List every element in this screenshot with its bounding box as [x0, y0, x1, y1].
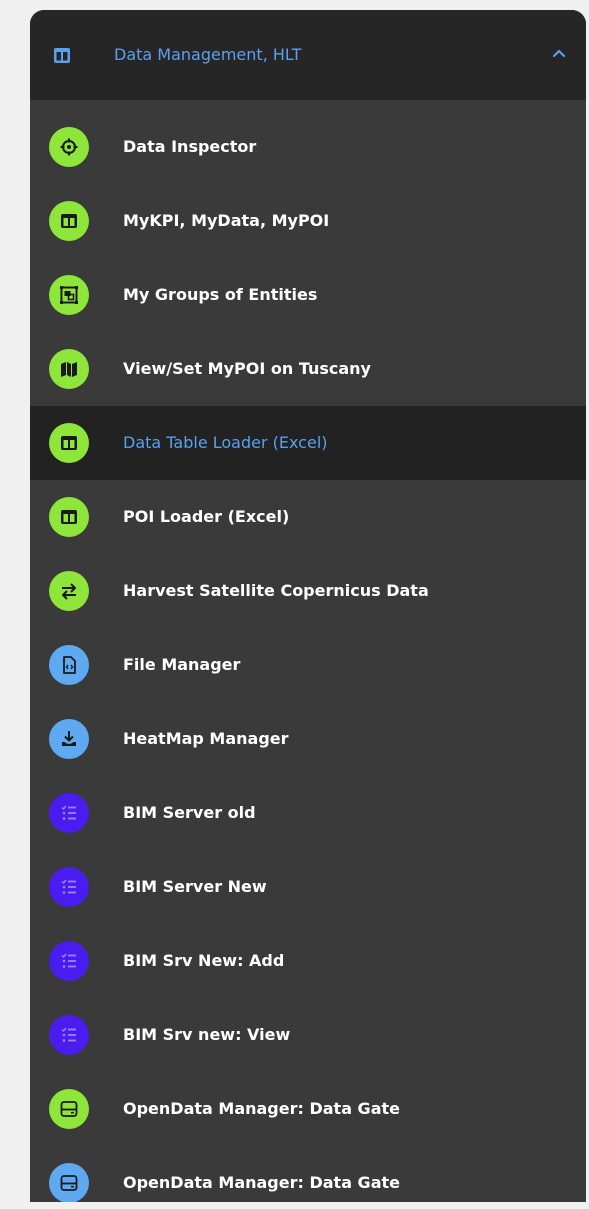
menu-item-label: BIM Srv New: Add [123, 951, 285, 970]
menu-item-icon-badge [49, 1089, 89, 1129]
menu-item-label: HeatMap Manager [123, 729, 289, 748]
sidebar-menu-panel: Data Management, HLT Data Inspector MyKPI… [30, 10, 586, 1202]
menu-item-icon-badge [49, 719, 89, 759]
menu-item-label: OpenData Manager: Data Gate [123, 1099, 400, 1118]
menu-item-label: BIM Server old [123, 803, 256, 822]
chevron-up-icon[interactable] [551, 47, 567, 59]
menu-item-label: Harvest Satellite Copernicus Data [123, 581, 429, 600]
menu-item[interactable]: MyKPI, MyData, MyPOI [30, 184, 586, 258]
menu-item[interactable]: BIM Srv New: Add [30, 924, 586, 998]
menu-item[interactable]: File Manager [30, 628, 586, 702]
menu-item[interactable]: OpenData Manager: Data Gate [30, 1072, 586, 1146]
table-icon [61, 510, 77, 524]
checklist-icon [61, 879, 76, 894]
group-icon [60, 286, 78, 304]
menu-item[interactable]: BIM Server New [30, 850, 586, 924]
menu-item-icon-badge [49, 941, 89, 981]
menu-item-icon-badge [49, 423, 89, 463]
checklist-icon [61, 805, 76, 820]
menu-item-icon-badge [49, 275, 89, 315]
menu-item-icon-badge [49, 867, 89, 907]
menu-item-label: POI Loader (Excel) [123, 507, 290, 526]
menu-group-header[interactable]: Data Management, HLT [30, 10, 586, 100]
swap-icon [62, 583, 76, 600]
download-icon [62, 731, 76, 746]
menu-item-icon-badge [49, 1163, 89, 1202]
menu-item-icon-badge [49, 793, 89, 833]
menu-item-label: My Groups of Entities [123, 285, 318, 304]
menu-group-title: Data Management, HLT [114, 45, 302, 64]
menu-item-label: File Manager [123, 655, 241, 674]
menu-item[interactable]: OpenData Manager: Data Gate [30, 1146, 586, 1202]
menu-item-label: Data Inspector [123, 137, 257, 156]
crosshair-icon [60, 138, 78, 156]
menu-item[interactable]: View/Set MyPOI on Tuscany [30, 332, 586, 406]
menu-item-icon-badge [49, 645, 89, 685]
menu-item-icon-badge [49, 1015, 89, 1055]
server-icon [60, 1175, 78, 1191]
server-icon [60, 1101, 78, 1117]
menu-item[interactable]: POI Loader (Excel) [30, 480, 586, 554]
menu-item[interactable]: Data Table Loader (Excel) [30, 406, 586, 480]
menu-item-icon-badge [49, 497, 89, 537]
map-icon [61, 362, 77, 377]
menu-item-icon-badge [49, 201, 89, 241]
menu-item[interactable]: My Groups of Entities [30, 258, 586, 332]
menu-item-icon-badge [49, 571, 89, 611]
menu-item[interactable]: HeatMap Manager [30, 702, 586, 776]
menu-item-label: BIM Server New [123, 877, 267, 896]
code-file-icon [63, 656, 76, 674]
menu-item-label: View/Set MyPOI on Tuscany [123, 359, 371, 378]
menu-item[interactable]: BIM Server old [30, 776, 586, 850]
menu-item-label: BIM Srv new: View [123, 1025, 291, 1044]
menu-item[interactable]: Harvest Satellite Copernicus Data [30, 554, 586, 628]
checklist-icon [61, 953, 76, 968]
checklist-icon [61, 1027, 76, 1042]
menu-item-label: Data Table Loader (Excel) [123, 433, 328, 452]
table-icon [61, 214, 77, 228]
menu-item-label: MyKPI, MyData, MyPOI [123, 211, 330, 230]
menu-item-label: OpenData Manager: Data Gate [123, 1173, 400, 1192]
table-icon [61, 436, 77, 450]
menu-item-icon-badge [49, 127, 89, 167]
page: Data Management, HLT Data Inspector MyKPI… [0, 0, 589, 1209]
menu-item-icon-badge [49, 349, 89, 389]
table-icon [54, 48, 70, 63]
menu-item[interactable]: BIM Srv new: View [30, 998, 586, 1072]
menu-item[interactable]: Data Inspector [30, 110, 586, 184]
